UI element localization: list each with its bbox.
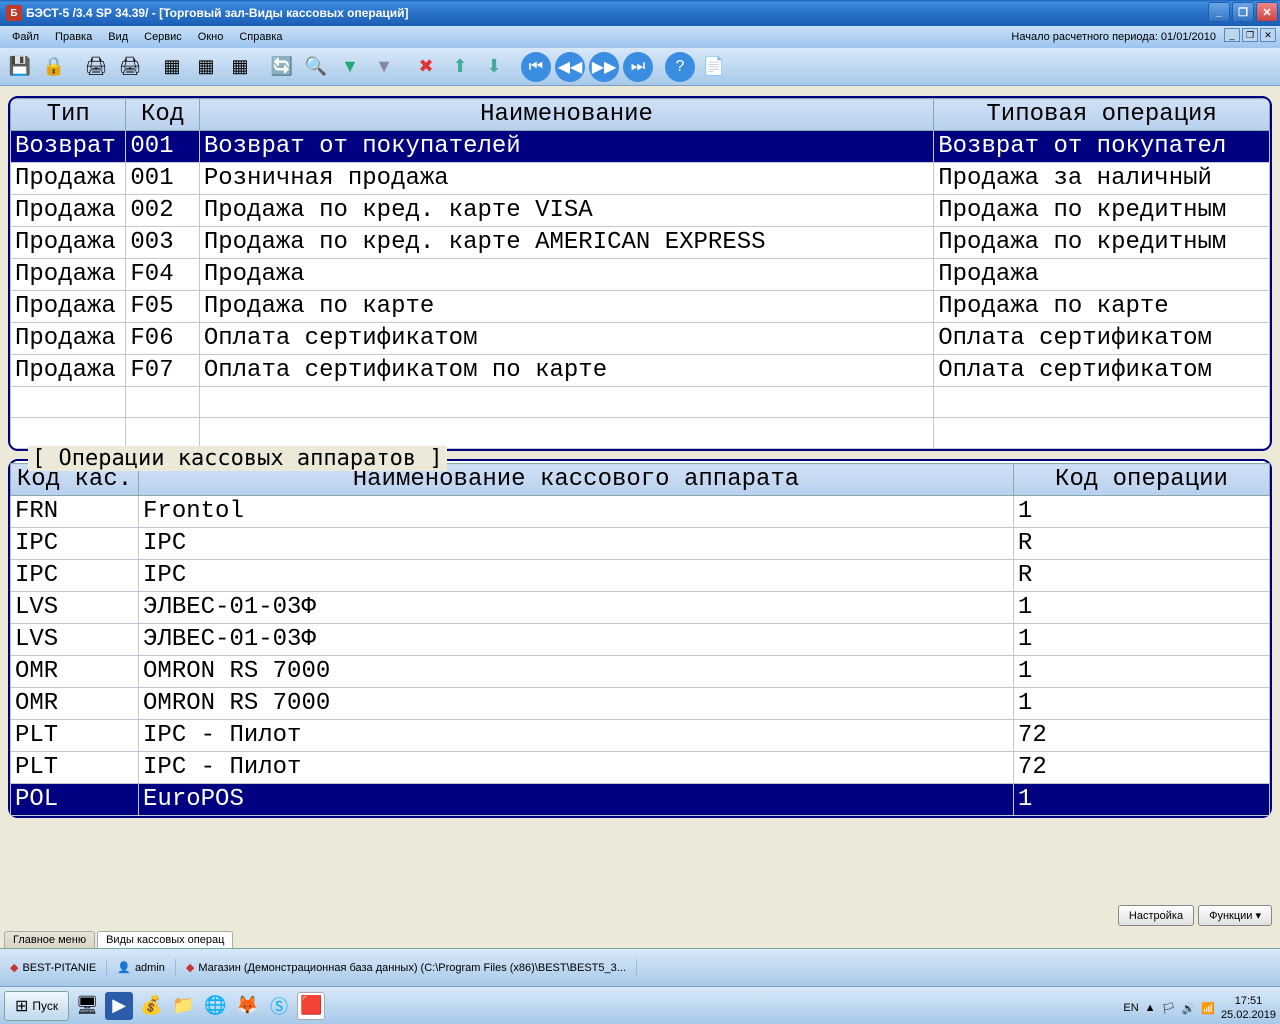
menu-edit[interactable]: Правка <box>47 29 100 45</box>
mdi-restore-button[interactable]: ❐ <box>1242 28 1258 42</box>
tb-print-icon[interactable]: 🖨 <box>80 51 112 83</box>
tb-delete-icon[interactable]: ✖ <box>410 51 442 83</box>
col-header[interactable]: Код операции <box>1013 464 1269 496</box>
task-desktop-icon[interactable]: 🖥 <box>73 992 101 1020</box>
tab-main-menu[interactable]: Главное меню <box>4 931 95 948</box>
tb-refresh-icon[interactable]: 🔄 <box>266 51 298 83</box>
tray-up-icon[interactable]: ▲ <box>1145 1002 1156 1014</box>
tray-network-icon[interactable]: 🔊 <box>1182 1002 1196 1015</box>
taskbar: ⊞ Пуск 🖥 ▶ 💰 📁 🌐 🦊 Ⓢ 🟥 EN ▲ 🏳 🔊 📶 17:51 … <box>0 986 1280 1024</box>
tb-first-icon[interactable]: ⏮ <box>520 51 552 83</box>
menu-bar: Файл Правка Вид Сервис Окно Справка Нача… <box>0 26 1280 48</box>
tb-up-icon[interactable]: ⬆ <box>444 51 476 83</box>
col-header[interactable]: Типовая операция <box>934 99 1270 131</box>
table-row[interactable]: IPCIPCR <box>11 528 1270 560</box>
task-chrome-icon[interactable]: 🌐 <box>201 992 229 1020</box>
menu-view[interactable]: Вид <box>100 29 136 45</box>
windows-logo-icon: ⊞ <box>15 996 28 1016</box>
tb-save-icon[interactable]: 💾 <box>4 51 36 83</box>
tb-grid-add-icon[interactable]: ▦ <box>190 51 222 83</box>
tb-down-icon[interactable]: ⬇ <box>478 51 510 83</box>
table-row[interactable]: IPCIPCR <box>11 560 1270 592</box>
table-row[interactable]: ПродажаF04ПродажаПродажа <box>11 259 1270 291</box>
status-db: ◆BEST-PITANIE <box>0 959 107 976</box>
tb-doc-check-icon[interactable]: 📄 <box>698 51 730 83</box>
menu-file[interactable]: Файл <box>4 29 47 45</box>
system-tray: EN ▲ 🏳 🔊 📶 17:51 25.02.2019 <box>1123 994 1276 1022</box>
table-row <box>11 387 1270 418</box>
tb-prev-icon[interactable]: ◀◀ <box>554 51 586 83</box>
tb-search-icon[interactable]: 🔍 <box>300 51 332 83</box>
functions-button[interactable]: Функции ▾ <box>1198 905 1272 926</box>
table-row[interactable]: ПродажаF07Оплата сертификатом по картеОп… <box>11 355 1270 387</box>
tb-grid-edit-icon[interactable]: ▦ <box>224 51 256 83</box>
table-row[interactable]: POLEuroPOS1 <box>11 784 1270 816</box>
minimize-button[interactable]: _ <box>1208 2 1230 22</box>
tray-flag-icon[interactable]: 🏳 <box>1162 1002 1176 1015</box>
menu-service[interactable]: Сервис <box>136 29 190 45</box>
table-row[interactable]: LVSЭЛВЕС-01-03Ф1 <box>11 592 1270 624</box>
table-row[interactable]: OMROMRON RS 70001 <box>11 688 1270 720</box>
task-skype-icon[interactable]: Ⓢ <box>265 992 293 1020</box>
tab-current[interactable]: Виды кассовых операц <box>97 931 233 948</box>
task-best-icon[interactable]: 🟥 <box>297 992 325 1020</box>
tray-clock[interactable]: 17:51 25.02.2019 <box>1221 994 1276 1022</box>
app-icon: Б <box>6 5 22 21</box>
task-explorer-icon[interactable]: 📁 <box>169 992 197 1020</box>
devices-panel: [ Операции кассовых аппаратов ] Код кас.… <box>8 459 1272 818</box>
tb-filter-clear-icon[interactable]: ▼ <box>368 51 400 83</box>
mdi-close-button[interactable]: ✕ <box>1260 28 1276 42</box>
start-button[interactable]: ⊞ Пуск <box>4 991 69 1021</box>
table-row <box>11 418 1270 449</box>
table-row[interactable]: PLTIPC - Пилот72 <box>11 752 1270 784</box>
tb-next-icon[interactable]: ▶▶ <box>588 51 620 83</box>
tb-print-setup-icon[interactable]: 🖨 <box>114 51 146 83</box>
tray-lang[interactable]: EN <box>1123 1002 1138 1014</box>
devices-grid[interactable]: Код кас.Наименование кассового аппаратаК… <box>10 463 1270 816</box>
table-row[interactable]: OMROMRON RS 70001 <box>11 656 1270 688</box>
table-row[interactable]: LVSЭЛВЕС-01-03Ф1 <box>11 624 1270 656</box>
title-bar: Б БЭСТ-5 /3.4 SP 34.39/ - [Торговый зал-… <box>0 0 1280 26</box>
table-row[interactable]: Возврат001Возврат от покупателейВозврат … <box>11 131 1270 163</box>
table-row[interactable]: Продажа002Продажа по кред. карте VISAПро… <box>11 195 1270 227</box>
tb-filter-icon[interactable]: ▼ <box>334 51 366 83</box>
table-row[interactable]: Продажа001Розничная продажаПродажа за на… <box>11 163 1270 195</box>
close-button[interactable]: ✕ <box>1256 2 1278 22</box>
table-row[interactable]: PLTIPC - Пилот72 <box>11 720 1270 752</box>
table-row[interactable]: FRNFrontol1 <box>11 496 1270 528</box>
task-money-icon[interactable]: 💰 <box>137 992 165 1020</box>
tb-help-icon[interactable]: ? <box>664 51 696 83</box>
table-row[interactable]: Продажа003Продажа по кред. карте AMERICA… <box>11 227 1270 259</box>
tb-last-icon[interactable]: ⏭ <box>622 51 654 83</box>
task-powershell-icon[interactable]: ▶ <box>105 992 133 1020</box>
table-row[interactable]: ПродажаF05Продажа по картеПродажа по кар… <box>11 291 1270 323</box>
devices-panel-title: [ Операции кассовых аппаратов ] <box>28 446 447 471</box>
col-header[interactable]: Наименование <box>199 99 933 131</box>
task-firefox-icon[interactable]: 🦊 <box>233 992 261 1020</box>
col-header[interactable]: Код <box>126 99 199 131</box>
col-header[interactable]: Тип <box>11 99 126 131</box>
status-bar: ◆BEST-PITANIE 👤admin ◆Магазин (Демонстра… <box>0 948 1280 986</box>
operations-grid[interactable]: ТипКодНаименованиеТиповая операция Возвр… <box>8 96 1272 451</box>
status-path: ◆Магазин (Демонстрационная база данных) … <box>176 959 637 976</box>
tb-grid-icon[interactable]: ▦ <box>156 51 188 83</box>
tray-sound-icon[interactable]: 📶 <box>1201 1002 1215 1015</box>
window-title: БЭСТ-5 /3.4 SP 34.39/ - [Торговый зал-Ви… <box>26 6 409 20</box>
maximize-button[interactable]: ❐ <box>1232 2 1254 22</box>
mdi-minimize-button[interactable]: _ <box>1224 28 1240 42</box>
toolbar: 💾 🔒 🖨 🖨 ▦ ▦ ▦ 🔄 🔍 ▼ ▼ ✖ ⬆ ⬇ ⏮ ◀◀ ▶▶ ⏭ ? … <box>0 48 1280 86</box>
table-row[interactable]: ПродажаF06Оплата сертификатомОплата серт… <box>11 323 1270 355</box>
status-user: 👤admin <box>107 959 176 976</box>
menu-help[interactable]: Справка <box>231 29 290 45</box>
period-label: Начало расчетного периода: 01/01/2010 <box>1003 29 1224 45</box>
settings-button[interactable]: Настройка <box>1118 905 1194 926</box>
menu-window[interactable]: Окно <box>190 29 232 45</box>
tb-lock-icon[interactable]: 🔒 <box>38 51 70 83</box>
